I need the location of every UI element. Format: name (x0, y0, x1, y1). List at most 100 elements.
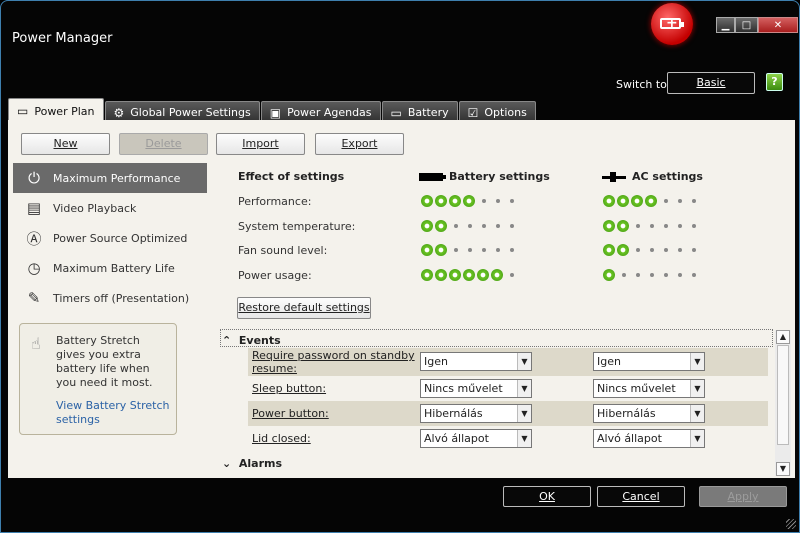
level-dot-off (678, 248, 682, 252)
level-dot-on (645, 195, 657, 207)
level-dot-off (496, 224, 500, 228)
ok-button[interactable]: OK (503, 486, 591, 507)
event-row-password: Require password on standby resume: Igen… (248, 348, 768, 376)
plan-power-source-optimized[interactable]: Ⓐ Power Source Optimized (13, 223, 207, 253)
export-button[interactable]: Export (315, 133, 404, 155)
level-dot-on (603, 269, 615, 281)
level-dot-on (603, 220, 615, 232)
dots-ac-performance (603, 195, 701, 207)
level-dot-off (650, 224, 654, 228)
level-dot-off (482, 199, 486, 203)
presentation-icon: ✎ (27, 289, 41, 307)
level-dot-on (435, 244, 447, 256)
resize-grip-icon[interactable] (786, 519, 796, 529)
password-ac-select[interactable]: Igen ▼ (593, 352, 705, 371)
event-row-sleep: Sleep button: Nincs művelet ▼ Nincs művel… (248, 376, 768, 401)
level-dot-off (678, 199, 682, 203)
level-dot-off (636, 224, 640, 228)
power-ac-select[interactable]: Hibernálás ▼ (593, 404, 705, 423)
event-label: Sleep button: (252, 382, 327, 395)
performance-label: Performance: (238, 195, 312, 208)
level-dot-off (496, 199, 500, 203)
calendar-clock-icon: ▣ (269, 105, 282, 120)
plan-label: Video Playback (53, 201, 137, 215)
basic-mode-button[interactable]: Basic (667, 72, 755, 94)
event-row-lid: Lid closed: Alvó állapot ▼ Alvó állapot ▼ (248, 426, 768, 451)
gear-icon: ⚙ (113, 105, 125, 120)
minimize-button[interactable]: ▁ (716, 17, 735, 33)
power-usage-label: Power usage: (238, 269, 312, 282)
level-dot-off (454, 248, 458, 252)
level-dot-off (650, 248, 654, 252)
level-dot-off (678, 224, 682, 228)
effect-heading: Effect of settings (238, 170, 345, 183)
level-dot-on (631, 195, 643, 207)
level-dot-off (692, 273, 696, 277)
plan-video-playback[interactable]: ▤ Video Playback (13, 193, 207, 223)
events-heading[interactable]: ⌃ Events (222, 334, 281, 347)
chevron-down-icon: ▼ (690, 353, 704, 370)
switch-to-label: Switch to: (616, 78, 671, 91)
battery-icon: ▭ (390, 105, 402, 120)
level-dot-off (510, 199, 514, 203)
tab-label: Battery (407, 106, 449, 119)
window-title: Power Manager (12, 31, 113, 46)
import-button[interactable]: Import (216, 133, 305, 155)
scroll-down-icon[interactable]: ▼ (776, 462, 790, 476)
dots-ac-power (603, 269, 701, 281)
system-temperature-label: System temperature: (238, 220, 356, 233)
battery-settings-heading: Battery settings (419, 170, 550, 183)
battery-stretch-box: ☝ Battery Stretch gives you extra batter… (19, 323, 177, 435)
level-dot-off (664, 224, 668, 228)
password-battery-select[interactable]: Igen ▼ (420, 352, 532, 371)
plan-list: ⏻ Maximum Performance ▤ Video Playback Ⓐ… (13, 163, 207, 313)
level-dot-off (510, 224, 514, 228)
tab-label: Global Power Settings (130, 106, 251, 119)
level-dot-on (617, 195, 629, 207)
cancel-button[interactable]: Cancel (597, 486, 685, 507)
level-dot-on (603, 244, 615, 256)
plan-label: Maximum Performance (53, 171, 181, 185)
alarms-heading[interactable]: ⌄ Alarms (222, 457, 282, 470)
level-dot-off (636, 273, 640, 277)
events-scrollbar[interactable]: ▲ ▼ (775, 330, 791, 476)
level-dot-off (692, 248, 696, 252)
level-dot-off (650, 273, 654, 277)
sleep-battery-select[interactable]: Nincs művelet ▼ (420, 379, 532, 398)
battery-logo-icon: + (651, 3, 693, 45)
new-button[interactable]: New (21, 133, 110, 155)
close-button[interactable]: ✕ (758, 17, 798, 33)
sleep-ac-select[interactable]: Nincs művelet ▼ (593, 379, 705, 398)
power-battery-select[interactable]: Hibernálás ▼ (420, 404, 532, 423)
level-dot-off (468, 248, 472, 252)
restore-defaults-button[interactable]: Restore default settings (237, 297, 371, 319)
lid-battery-select[interactable]: Alvó állapot ▼ (420, 429, 532, 448)
level-dot-off (454, 224, 458, 228)
delete-button: Delete (119, 133, 208, 155)
maximize-button[interactable]: □ (735, 17, 758, 33)
dots-ac-fan (603, 244, 701, 256)
battery-clock-icon: ◷ (27, 259, 41, 277)
plan-maximum-performance[interactable]: ⏻ Maximum Performance (13, 163, 207, 193)
scroll-up-icon[interactable]: ▲ (776, 330, 790, 344)
power-icon: ⏻ (28, 169, 40, 187)
level-dot-on (435, 269, 447, 281)
chevron-down-icon: ▼ (517, 430, 531, 447)
scroll-thumb[interactable] (777, 345, 789, 445)
help-icon[interactable]: ? (766, 73, 783, 91)
level-dot-on (603, 195, 615, 207)
level-dot-on (421, 244, 433, 256)
lid-ac-select[interactable]: Alvó állapot ▼ (593, 429, 705, 448)
level-dot-on (477, 269, 489, 281)
level-dot-off (510, 248, 514, 252)
dots-battery-fan (421, 244, 519, 256)
plan-maximum-battery-life[interactable]: ◷ Maximum Battery Life (13, 253, 207, 283)
level-dot-on (449, 269, 461, 281)
level-dot-off (468, 224, 472, 228)
dots-battery-temperature (421, 220, 519, 232)
plan-timers-off[interactable]: ✎ Timers off (Presentation) (13, 283, 207, 313)
level-dot-on (421, 220, 433, 232)
level-dot-on (617, 220, 629, 232)
battery-stretch-link[interactable]: View Battery Stretch settings (56, 399, 171, 427)
battery-icon (419, 173, 446, 181)
